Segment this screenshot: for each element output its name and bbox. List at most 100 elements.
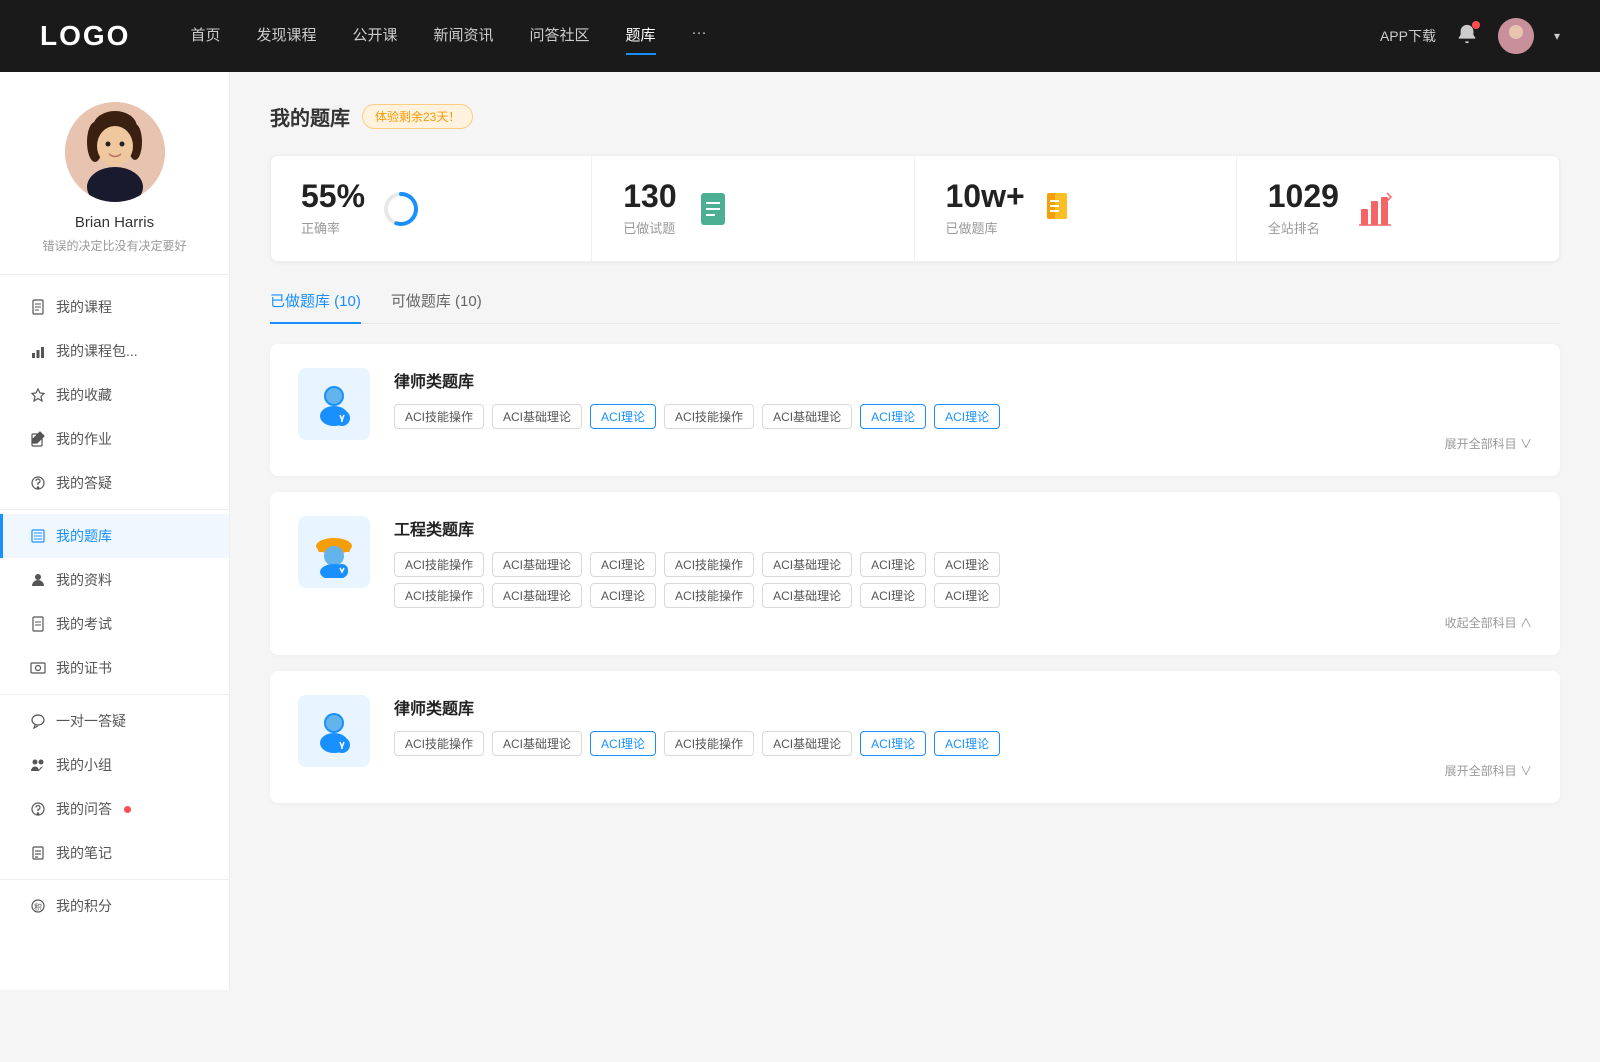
qbank-tag[interactable]: ACI理论 xyxy=(934,583,1000,608)
qbank-tag[interactable]: ACI技能操作 xyxy=(394,731,484,756)
app-download-button[interactable]: APP下载 xyxy=(1380,26,1436,46)
qbank-tag[interactable]: ACI理论 xyxy=(590,552,656,577)
sidebar-item-13[interactable]: 积我的积分 xyxy=(0,884,229,928)
sidebar-item-7[interactable]: 我的考试 xyxy=(0,602,229,646)
sidebar-item-5[interactable]: 我的题库 xyxy=(0,514,229,558)
page-title: 我的题库 xyxy=(270,102,350,131)
sidebar-item-10[interactable]: 我的小组 xyxy=(0,743,229,787)
engineer-icon xyxy=(298,516,370,588)
points-icon: 积 xyxy=(30,898,46,914)
star-icon xyxy=(30,387,46,403)
stat-value: 10w+ xyxy=(946,180,1025,212)
profile-motto: 错误的决定比没有决定要好 xyxy=(42,237,186,254)
nav-link-问答社区[interactable]: 问答社区 xyxy=(530,24,590,49)
sidebar: Brian Harris 错误的决定比没有决定要好 我的课程我的课程包...我的… xyxy=(0,72,230,990)
qbank-tag[interactable]: ACI基础理论 xyxy=(762,552,852,577)
expand-button-0[interactable]: 展开全部科目 ∨ xyxy=(394,435,1532,452)
nav-link-发现课程[interactable]: 发现课程 xyxy=(256,24,316,49)
qbank-tag[interactable]: ACI基础理论 xyxy=(762,583,852,608)
qbank-tag[interactable]: ACI理论 xyxy=(590,404,656,429)
qbank-tag[interactable]: ACI基础理论 xyxy=(492,552,582,577)
qbank-tag[interactable]: ACI技能操作 xyxy=(394,552,484,577)
nav-link-题库[interactable]: 题库 xyxy=(626,24,656,49)
cert-icon xyxy=(30,660,46,676)
qbank-tag[interactable]: ACI理论 xyxy=(860,583,926,608)
lawyer-icon xyxy=(298,695,370,767)
expand-button-2[interactable]: 展开全部科目 ∨ xyxy=(394,762,1532,779)
sidebar-menu: 我的课程我的课程包...我的收藏我的作业我的答疑我的题库我的资料我的考试我的证书… xyxy=(0,285,229,928)
qbank-tag[interactable]: ACI理论 xyxy=(590,583,656,608)
sidebar-divider xyxy=(0,509,229,510)
qbank-tag[interactable]: ACI技能操作 xyxy=(664,583,754,608)
main-content: 我的题库 体验剩余23天！ 55%正确率 130已做试题 10w+已做题库 10… xyxy=(230,72,1600,990)
page-layout: Brian Harris 错误的决定比没有决定要好 我的课程我的课程包...我的… xyxy=(0,72,1600,990)
stat-icon-3 xyxy=(1355,189,1395,229)
qbank-tag[interactable]: ACI基础理论 xyxy=(492,404,582,429)
tab-0[interactable]: 已做题库 (10) xyxy=(270,290,361,323)
stat-label: 已做题库 xyxy=(946,218,1025,237)
menu-item-label: 我的资料 xyxy=(56,570,112,590)
expand-button-1[interactable]: 收起全部科目 ∧ xyxy=(394,614,1532,631)
qbank-content-2: 律师类题库ACI技能操作ACI基础理论ACI理论ACI技能操作ACI基础理论AC… xyxy=(394,695,1532,779)
qbank-tag[interactable]: ACI理论 xyxy=(860,404,926,429)
nav-link-···[interactable]: ··· xyxy=(692,24,707,49)
sidebar-item-3[interactable]: 我的作业 xyxy=(0,417,229,461)
qbank-tag[interactable]: ACI技能操作 xyxy=(664,731,754,756)
qbank-tag[interactable]: ACI理论 xyxy=(934,552,1000,577)
nav-links: 首页 发现课程 公开课 新闻资讯 问答社区 题库 ··· xyxy=(190,24,1380,49)
stat-label: 已做试题 xyxy=(623,218,676,237)
sidebar-divider xyxy=(0,879,229,880)
tab-1[interactable]: 可做题库 (10) xyxy=(391,290,482,323)
sidebar-item-6[interactable]: 我的资料 xyxy=(0,558,229,602)
sidebar-item-4[interactable]: 我的答疑 xyxy=(0,461,229,505)
stats-row: 55%正确率 130已做试题 10w+已做题库 1029全站排名 xyxy=(270,155,1560,262)
stat-label: 正确率 xyxy=(301,218,365,237)
lawyer-icon xyxy=(298,368,370,440)
nav-link-新闻资讯[interactable]: 新闻资讯 xyxy=(434,24,494,49)
menu-item-label: 我的考试 xyxy=(56,614,112,634)
logo[interactable]: LOGO xyxy=(40,20,130,52)
qbank-tag[interactable]: ACI技能操作 xyxy=(394,583,484,608)
sidebar-item-11[interactable]: 我的问答 xyxy=(0,787,229,831)
nav-link-公开课[interactable]: 公开课 xyxy=(352,24,397,49)
stat-card-1: 130已做试题 xyxy=(593,156,914,261)
profile-name: Brian Harris xyxy=(75,214,154,231)
sidebar-item-9[interactable]: 一对一答疑 xyxy=(0,699,229,743)
question-icon xyxy=(30,475,46,491)
qbank-tag[interactable]: ACI基础理论 xyxy=(762,731,852,756)
qbank-tag[interactable]: ACI理论 xyxy=(860,552,926,577)
stat-icon-2 xyxy=(1041,189,1081,229)
qa-icon xyxy=(30,801,46,817)
qbank-tag[interactable]: ACI基础理论 xyxy=(492,583,582,608)
tabs-row: 已做题库 (10) 可做题库 (10) xyxy=(270,290,1560,324)
menu-item-label: 我的问答 xyxy=(56,799,112,819)
sidebar-item-12[interactable]: 我的笔记 xyxy=(0,831,229,875)
qbank-tag[interactable]: ACI理论 xyxy=(590,731,656,756)
user-avatar[interactable] xyxy=(1498,18,1534,54)
nav-link-首页[interactable]: 首页 xyxy=(190,24,220,49)
qbank-tag[interactable]: ACI技能操作 xyxy=(664,404,754,429)
group-icon xyxy=(30,757,46,773)
qbank-tag[interactable]: ACI基础理论 xyxy=(492,731,582,756)
trial-badge: 体验剩余23天！ xyxy=(362,104,473,129)
menu-item-label: 我的答疑 xyxy=(56,473,112,493)
unread-dot xyxy=(124,806,131,813)
user-dropdown-arrow[interactable]: ▾ xyxy=(1554,29,1560,43)
qbank-tag[interactable]: ACI理论 xyxy=(860,731,926,756)
sidebar-item-1[interactable]: 我的课程包... xyxy=(0,329,229,373)
qbank-card-1: 工程类题库ACI技能操作ACI基础理论ACI理论ACI技能操作ACI基础理论AC… xyxy=(270,492,1560,655)
sidebar-item-8[interactable]: 我的证书 xyxy=(0,646,229,690)
file-icon xyxy=(30,299,46,315)
chat-icon xyxy=(30,713,46,729)
doc-icon xyxy=(30,616,46,632)
sidebar-item-0[interactable]: 我的课程 xyxy=(0,285,229,329)
qbank-tag[interactable]: ACI理论 xyxy=(934,731,1000,756)
bar-icon xyxy=(30,343,46,359)
qbank-tag[interactable]: ACI技能操作 xyxy=(394,404,484,429)
qbank-tag[interactable]: ACI技能操作 xyxy=(664,552,754,577)
notification-bell[interactable] xyxy=(1456,23,1478,50)
qbank-content-1: 工程类题库ACI技能操作ACI基础理论ACI理论ACI技能操作ACI基础理论AC… xyxy=(394,516,1532,631)
sidebar-item-2[interactable]: 我的收藏 xyxy=(0,373,229,417)
qbank-tag[interactable]: ACI基础理论 xyxy=(762,404,852,429)
qbank-tag[interactable]: ACI理论 xyxy=(934,404,1000,429)
